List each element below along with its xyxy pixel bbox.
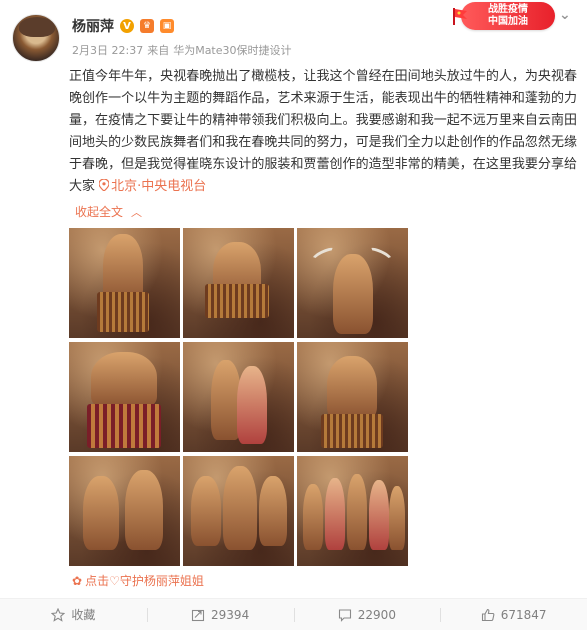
- post-text: 正值今年牛年，央视春晚抛出了橄榄枝，让我这个曾经在田间地头放过牛的人，为央视春晚…: [69, 66, 577, 198]
- author-row: 杨丽萍 V ♛ ▣: [72, 16, 174, 36]
- photo-grid: [69, 228, 409, 566]
- collapse-label: 收起全文: [75, 205, 124, 219]
- flower-icon: ✿: [72, 573, 83, 588]
- chevron-up-icon: ︿: [131, 205, 143, 219]
- location-link[interactable]: 北京·中央电视台: [99, 179, 206, 194]
- source-prefix: 来自: [147, 44, 170, 57]
- verified-badge-icon[interactable]: V: [120, 19, 134, 33]
- support-link[interactable]: ✿ 点击♡守护杨丽萍姐姐: [72, 572, 204, 589]
- photo-3[interactable]: [297, 228, 408, 338]
- thumb-up-icon: [481, 608, 495, 621]
- repost-button[interactable]: 29394: [146, 599, 294, 630]
- post-body: 正值今年牛年，央视春晚抛出了橄榄枝，让我这个曾经在田间地头放过牛的人，为央视春晚…: [69, 69, 577, 194]
- comment-count: 22900: [357, 607, 396, 622]
- photo-6[interactable]: [297, 342, 408, 452]
- location-label: 北京·中央电视台: [111, 179, 207, 194]
- badge-line1: 战胜疫情: [488, 4, 528, 15]
- author-name[interactable]: 杨丽萍: [72, 16, 114, 36]
- avatar[interactable]: [12, 14, 60, 62]
- photo-9[interactable]: [297, 456, 408, 566]
- photo-5[interactable]: [183, 342, 294, 452]
- post-source[interactable]: 华为Mate30保时捷设计: [173, 42, 291, 58]
- favorite-button[interactable]: 收藏: [0, 599, 147, 630]
- photo-2[interactable]: [183, 228, 294, 338]
- favorite-label: 收藏: [71, 608, 96, 622]
- photo-4[interactable]: [69, 342, 180, 452]
- member-icon[interactable]: ▣: [160, 19, 174, 33]
- like-count: 671847: [500, 607, 547, 622]
- star-icon: [51, 607, 66, 622]
- post-time[interactable]: 2月3日 22:37: [72, 42, 143, 58]
- collapse-text-button[interactable]: 收起全文 ︿: [75, 203, 142, 220]
- post-meta: 2月3日 22:37 来自 华为Mate30保时捷设计: [72, 42, 292, 58]
- campaign-badge[interactable]: 战胜疫情 中国加油 ⌄: [453, 2, 571, 30]
- location-pin-icon: [99, 179, 110, 191]
- action-bar: 收藏 29394 22900 671847: [0, 599, 587, 630]
- repost-icon: [191, 609, 205, 621]
- weibo-post: 杨丽萍 V ♛ ▣ 2月3日 22:37 来自 华为Mate30保时捷设计 战胜…: [0, 0, 587, 630]
- comment-icon: [338, 608, 351, 622]
- photo-1[interactable]: [69, 228, 180, 338]
- comment-button[interactable]: 22900: [293, 599, 441, 630]
- photo-7[interactable]: [69, 456, 180, 566]
- support-label: 点击♡守护杨丽萍姐姐: [85, 574, 204, 588]
- flag-icon: [451, 6, 469, 26]
- like-button[interactable]: 671847: [440, 599, 587, 630]
- badge-line2: 中国加油: [488, 16, 528, 27]
- repost-count: 29394: [211, 607, 250, 622]
- chevron-down-icon[interactable]: ⌄: [559, 8, 573, 22]
- weibo-vip-icon[interactable]: ♛: [140, 19, 154, 33]
- photo-8[interactable]: [183, 456, 294, 566]
